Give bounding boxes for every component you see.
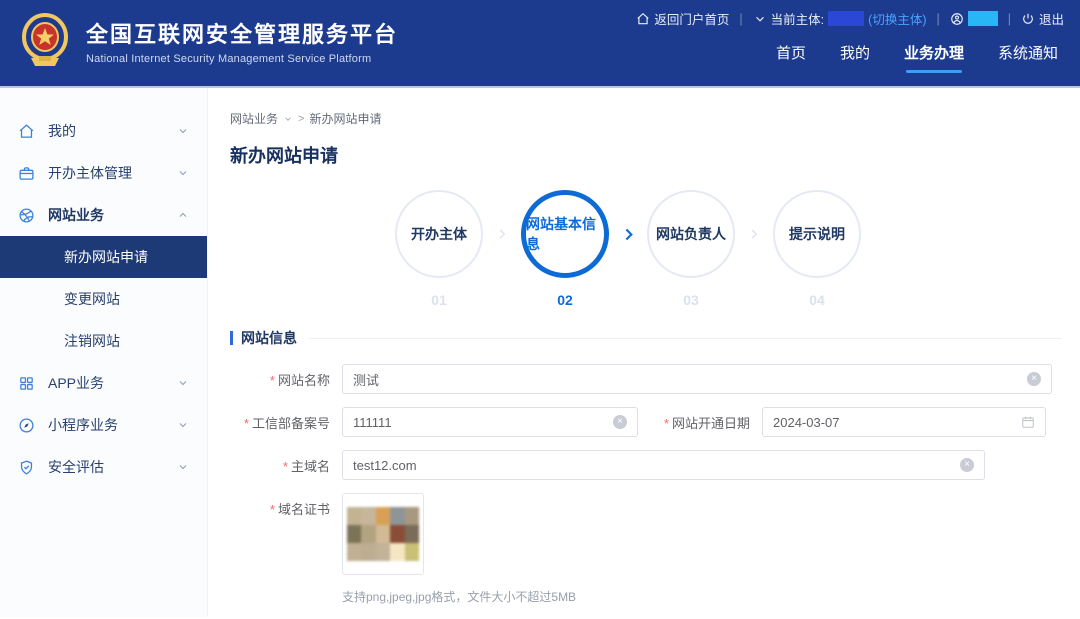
form-row-icp-date: *工信部备案号 111111 × *网站开通日期 2024-03-07 <box>230 407 1062 437</box>
logout-button[interactable]: 退出 <box>1021 9 1064 28</box>
home-icon <box>636 12 650 26</box>
app-header: 全国互联网安全管理服务平台 National Internet Security… <box>0 0 1080 88</box>
nav-home[interactable]: 首页 <box>776 42 806 73</box>
step-arrow-active <box>609 190 647 278</box>
grid-icon <box>18 375 35 392</box>
power-icon <box>1021 12 1035 26</box>
step-4: 提示说明 04 <box>773 190 861 308</box>
redacted-entity-name <box>828 11 864 26</box>
open-date-input[interactable]: 2024-03-07 <box>762 407 1046 437</box>
briefcase-icon <box>18 165 35 182</box>
sidebar-item-entity-management[interactable]: 开办主体管理 <box>0 152 207 194</box>
portal-home-link[interactable]: 返回门户首页 <box>636 9 729 28</box>
separator: | <box>1008 12 1011 26</box>
redacted-username <box>968 11 998 26</box>
platform-subtitle: National Internet Security Management Se… <box>86 53 398 65</box>
chevron-down-icon <box>177 167 189 179</box>
sidebar-item-mine[interactable]: 我的 <box>0 110 207 152</box>
platform-title: 全国互联网安全管理服务平台 <box>86 17 398 49</box>
main-domain-input[interactable]: test12.com × <box>342 450 985 480</box>
chevron-down-icon <box>177 461 189 473</box>
nav-business[interactable]: 业务办理 <box>904 42 964 73</box>
step-1: 开办主体 01 <box>395 190 483 308</box>
compass-icon <box>18 417 35 434</box>
chevron-down-icon <box>753 12 767 26</box>
main-content: 网站业务 > 新办网站申请 新办网站申请 开办主体 01 网站基本信息 02 网 <box>208 88 1080 617</box>
main-domain-label: 主域名 <box>291 459 330 474</box>
chevron-up-icon <box>177 209 189 221</box>
calendar-icon[interactable] <box>1021 415 1035 429</box>
clear-icon[interactable]: × <box>960 458 974 472</box>
form-row-main-domain: *主域名 test12.com × <box>230 450 1062 480</box>
section-divider <box>309 338 1062 339</box>
sidebar-item-miniprogram-business[interactable]: 小程序业务 <box>0 404 207 446</box>
shield-icon <box>18 459 35 476</box>
chevron-down-icon <box>177 125 189 137</box>
chevron-down-icon <box>283 114 293 124</box>
separator: | <box>739 12 742 26</box>
sidebar-item-security-assessment[interactable]: 安全评估 <box>0 446 207 488</box>
step-2-active: 网站基本信息 02 <box>521 190 609 308</box>
current-entity[interactable]: 当前主体: (切换主体) <box>753 9 927 28</box>
step-arrow <box>735 190 773 278</box>
chevron-down-icon <box>177 419 189 431</box>
separator: | <box>936 12 939 26</box>
icp-number-label: 工信部备案号 <box>252 416 330 431</box>
utility-bar: 返回门户首页 | 当前主体: (切换主体) | | 退出 <box>636 9 1064 28</box>
sidebar-item-new-website-application[interactable]: 新办网站申请 <box>0 236 207 278</box>
home-icon <box>18 123 35 140</box>
globe-icon <box>18 207 35 224</box>
step-3: 网站负责人 03 <box>647 190 735 308</box>
sidebar: 我的 开办主体管理 网站业务 新办网站申请 变更网站 注销网站 APP业务 小程… <box>0 88 208 617</box>
chevron-down-icon <box>177 377 189 389</box>
site-name-input[interactable]: 测试 × <box>342 364 1052 394</box>
top-navigation: 首页 我的 业务办理 系统通知 <box>776 42 1058 73</box>
cert-image-preview <box>347 507 419 561</box>
section-accent-bar <box>230 331 233 345</box>
website-info-form: *网站名称 测试 × *工信部备案号 111111 × *网站开通日期 2024… <box>230 364 1062 619</box>
user-account[interactable] <box>950 11 998 26</box>
breadcrumb: 网站业务 > 新办网站申请 <box>230 110 1062 127</box>
upload-hint: 支持png,jpeg,jpg格式，文件大小不超过5MB <box>342 588 1062 605</box>
domain-cert-label: 域名证书 <box>278 502 330 517</box>
brand: 全国互联网安全管理服务平台 National Internet Security… <box>18 12 398 70</box>
police-badge-logo <box>18 12 72 70</box>
sidebar-item-change-website[interactable]: 变更网站 <box>0 278 207 320</box>
step-indicator: 开办主体 01 网站基本信息 02 网站负责人 03 提示说明 04 <box>395 190 1062 308</box>
brand-text: 全国互联网安全管理服务平台 National Internet Security… <box>86 17 398 65</box>
form-row-domain-cert: *域名证书 <box>230 493 1062 575</box>
breadcrumb-current: 新办网站申请 <box>309 110 381 127</box>
section-header: 网站信息 <box>230 328 1062 348</box>
icp-number-input[interactable]: 111111 × <box>342 407 638 437</box>
clear-icon[interactable]: × <box>613 415 627 429</box>
sidebar-item-cancel-website[interactable]: 注销网站 <box>0 320 207 362</box>
user-icon <box>950 12 964 26</box>
breadcrumb-separator: > <box>298 113 304 125</box>
page-title: 新办网站申请 <box>230 142 1062 168</box>
breadcrumb-website-business[interactable]: 网站业务 <box>230 110 278 127</box>
clear-icon[interactable]: × <box>1027 372 1041 386</box>
form-row-site-name: *网站名称 测试 × <box>230 364 1062 394</box>
sidebar-item-app-business[interactable]: APP业务 <box>0 362 207 404</box>
section-title: 网站信息 <box>241 328 297 348</box>
open-date-label: 网站开通日期 <box>672 416 750 431</box>
nav-mine[interactable]: 我的 <box>840 42 870 73</box>
site-name-label: 网站名称 <box>278 373 330 388</box>
sidebar-item-website-business[interactable]: 网站业务 <box>0 194 207 236</box>
domain-cert-thumbnail[interactable] <box>342 493 424 575</box>
switch-entity-link[interactable]: (切换主体) <box>868 9 926 28</box>
step-arrow <box>483 190 521 278</box>
nav-notifications[interactable]: 系统通知 <box>998 42 1058 73</box>
